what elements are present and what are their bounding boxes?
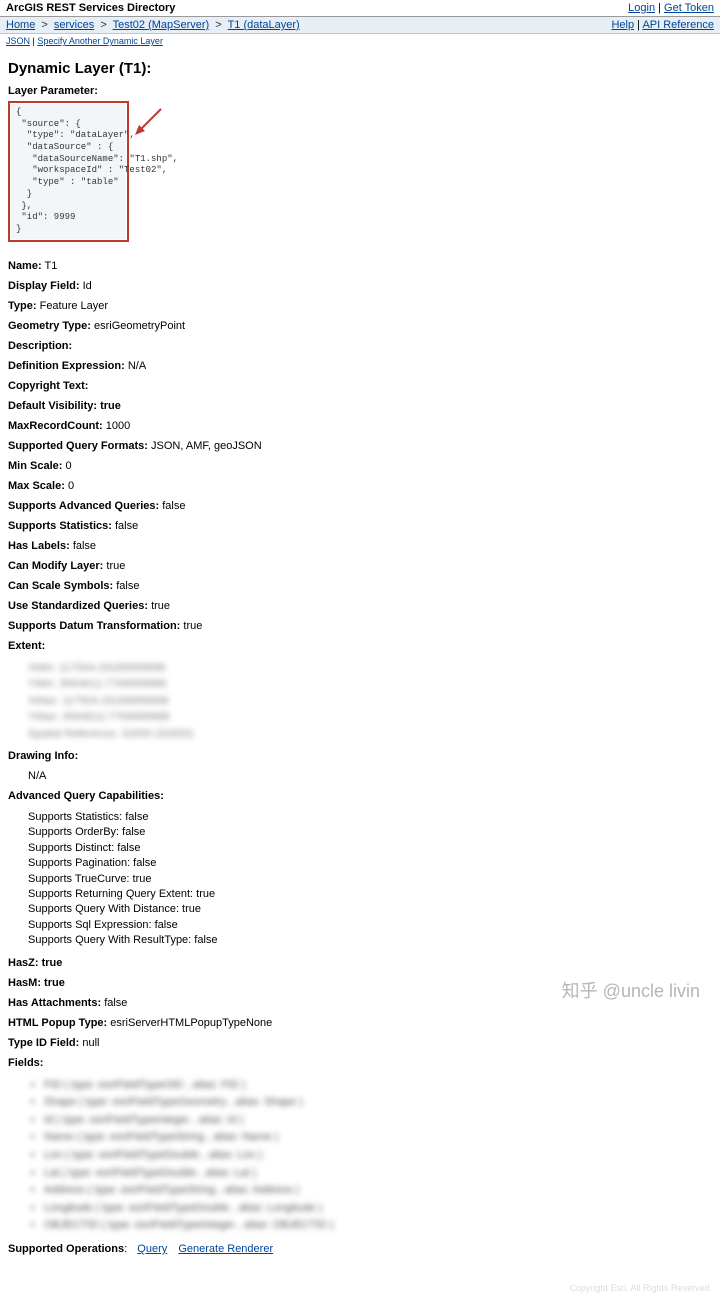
page-title: Dynamic Layer (T1): [8,60,712,77]
layer-parameter-label: Layer Parameter: [8,85,712,97]
op-generate-renderer-link[interactable]: Generate Renderer [178,1243,273,1255]
cap-item: Supports Statistics: false [28,810,712,825]
prop-display-field: Display Field: Id [8,280,712,292]
sub-tools: JSON | Specify Another Dynamic Layer [0,34,720,48]
prop-min-scale: Min Scale: 0 [8,460,712,472]
extent-values-blurred: XMin: 117504.29189999998 YMin: 3564612.7… [28,660,712,743]
cap-item: Supports OrderBy: false [28,825,712,840]
prop-type-id-field: Type ID Field: null [8,1037,712,1049]
breadcrumb: Home > services > Test02 (MapServer) > T… [6,19,300,31]
top-bar: ArcGIS REST Services Directory Login | G… [0,0,720,17]
get-token-link[interactable]: Get Token [664,2,714,14]
drawing-info-value: N/A [28,770,712,782]
app-title: ArcGIS REST Services Directory [6,2,175,14]
prop-can-scale-symbols: Can Scale Symbols: false [8,580,712,592]
prop-geometry-type: Geometry Type: esriGeometryPoint [8,320,712,332]
layer-parameter-json: { "source": { "type": "dataLayer", "data… [8,101,129,242]
prop-max-record-count: MaxRecordCount: 1000 [8,420,712,432]
prop-supported-operations: Supported Operations: Query Generate Ren… [8,1243,712,1255]
content: Dynamic Layer (T1): Layer Parameter: { "… [0,48,720,1283]
prop-type: Type: Feature Layer [8,300,712,312]
breadcrumb-services[interactable]: services [54,19,94,31]
breadcrumb-service[interactable]: Test02 (MapServer) [113,19,210,31]
prop-default-visibility: Default Visibility: true [8,400,712,412]
footer-credit: Copyright Esri. All Rights Reserved. [0,1283,720,1293]
prop-supports-statistics: Supports Statistics: false [8,520,712,532]
prop-use-standardized-queries: Use Standardized Queries: true [8,600,712,612]
cap-item: Supports Sql Expression: false [28,918,712,933]
prop-drawing-info: Drawing Info: [8,750,712,762]
prop-supports-advanced-queries: Supports Advanced Queries: false [8,500,712,512]
layer-parameter-block: { "source": { "type": "dataLayer", "data… [8,101,129,252]
prop-supports-datum-transformation: Supports Datum Transformation: true [8,620,712,632]
fields-list-blurred: FID ( type: esriFieldTypeOID , alias: FI… [28,1077,712,1235]
advanced-query-capabilities-list: Supports Statistics: false Supports Orde… [28,810,712,949]
breadcrumb-bar: Home > services > Test02 (MapServer) > T… [0,17,720,34]
prop-extent: Extent: [8,640,712,652]
prop-has-attachments: Has Attachments: false [8,997,712,1009]
op-query-link[interactable]: Query [137,1243,167,1255]
specify-dynamic-layer-link[interactable]: Specify Another Dynamic Layer [37,36,163,46]
annotation-arrow-icon [133,105,165,137]
cap-item: Supports Pagination: false [28,856,712,871]
prop-max-scale: Max Scale: 0 [8,480,712,492]
prop-name: Name: T1 [8,260,712,272]
prop-has-labels: Has Labels: false [8,540,712,552]
cap-item: Supports TrueCurve: true [28,872,712,887]
cap-item: Supports Returning Query Extent: true [28,887,712,902]
cap-item: Supports Distinct: false [28,841,712,856]
login-link[interactable]: Login [628,2,655,14]
prop-can-modify-layer: Can Modify Layer: true [8,560,712,572]
prop-advanced-query-capabilities: Advanced Query Capabilities: [8,790,712,802]
breadcrumb-home[interactable]: Home [6,19,35,31]
prop-description: Description: [8,340,712,352]
prop-definition-expression: Definition Expression: N/A [8,360,712,372]
help-link[interactable]: Help [611,19,634,31]
prop-fields: Fields: [8,1057,712,1069]
breadcrumb-layer[interactable]: T1 (dataLayer) [228,19,300,31]
prop-supported-query-formats: Supported Query Formats: JSON, AMF, geoJ… [8,440,712,452]
prop-hasm: HasM: true [8,977,712,989]
cap-item: Supports Query With Distance: true [28,902,712,917]
api-reference-link[interactable]: API Reference [642,19,714,31]
prop-hasz: HasZ: true [8,957,712,969]
prop-copyright-text: Copyright Text: [8,380,712,392]
json-link[interactable]: JSON [6,36,30,46]
cap-item: Supports Query With ResultType: false [28,933,712,948]
